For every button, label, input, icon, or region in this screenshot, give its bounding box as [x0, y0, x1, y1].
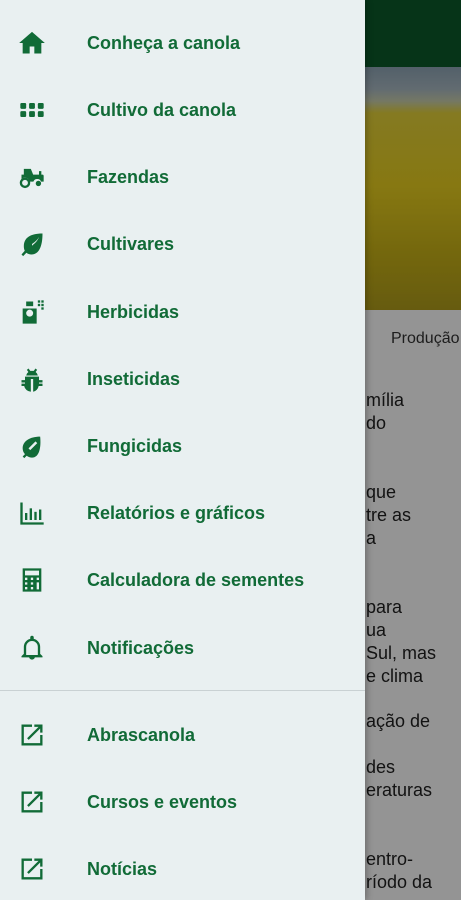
menu-item-calculadora-de-sementes[interactable]: Calculadora de sementes — [0, 552, 365, 608]
menu-item-fazendas[interactable]: Fazendas — [0, 149, 365, 205]
menu-item-relatorios-e-graficos[interactable]: Relatórios e gráficos — [0, 485, 365, 541]
bar-chart-icon — [17, 498, 47, 528]
menu-item-label: Notícias — [87, 858, 158, 879]
bell-icon — [17, 633, 47, 663]
menu-item-label: Fazendas — [87, 166, 170, 187]
link-noticias[interactable]: Notícias — [0, 841, 365, 897]
link-cursos-e-eventos[interactable]: Cursos e eventos — [0, 774, 365, 830]
calculator-icon — [17, 565, 47, 595]
grid-icon — [17, 95, 47, 125]
link-abrascanola[interactable]: Abrascanola — [0, 707, 365, 763]
leaf-outline-icon — [17, 431, 47, 461]
menu-item-herbicidas[interactable]: Herbicidas — [0, 284, 365, 340]
menu-item-inseticidas[interactable]: Inseticidas — [0, 351, 365, 407]
menu-item-label: Conheça a canola — [87, 32, 241, 53]
menu-item-label: Relatórios e gráficos — [87, 502, 266, 523]
menu-item-label: Fungicidas — [87, 435, 183, 456]
drawer-divider — [0, 690, 365, 691]
menu-item-cultivo-da-canola[interactable]: Cultivo da canola — [0, 82, 365, 138]
menu-item-label: Abrascanola — [87, 724, 196, 745]
bug-icon — [17, 364, 47, 394]
tractor-icon — [17, 162, 47, 192]
spray-bottle-icon — [17, 297, 47, 327]
external-link-icon — [17, 720, 47, 750]
leaf-icon — [17, 229, 47, 259]
menu-item-label: Cultivares — [87, 233, 175, 254]
home-icon — [17, 28, 47, 58]
menu-item-label: Cultivo da canola — [87, 99, 237, 120]
menu-item-label: Notificações — [87, 637, 195, 658]
menu-item-cultivares[interactable]: Cultivares — [0, 216, 365, 272]
menu-item-fungicidas[interactable]: Fungicidas — [0, 418, 365, 474]
external-link-icon — [17, 854, 47, 884]
navigation-drawer: Conheça a canola Cultivo da canola Fazen… — [0, 0, 365, 900]
menu-item-label: Inseticidas — [87, 368, 181, 389]
menu-item-label: Cursos e eventos — [87, 791, 238, 812]
menu-item-label: Calculadora de sementes — [87, 569, 305, 590]
menu-item-notificacoes[interactable]: Notificações — [0, 620, 365, 676]
menu-item-label: Herbicidas — [87, 301, 180, 322]
menu-item-conheca-a-canola[interactable]: Conheça a canola — [0, 15, 365, 71]
external-link-icon — [17, 787, 47, 817]
